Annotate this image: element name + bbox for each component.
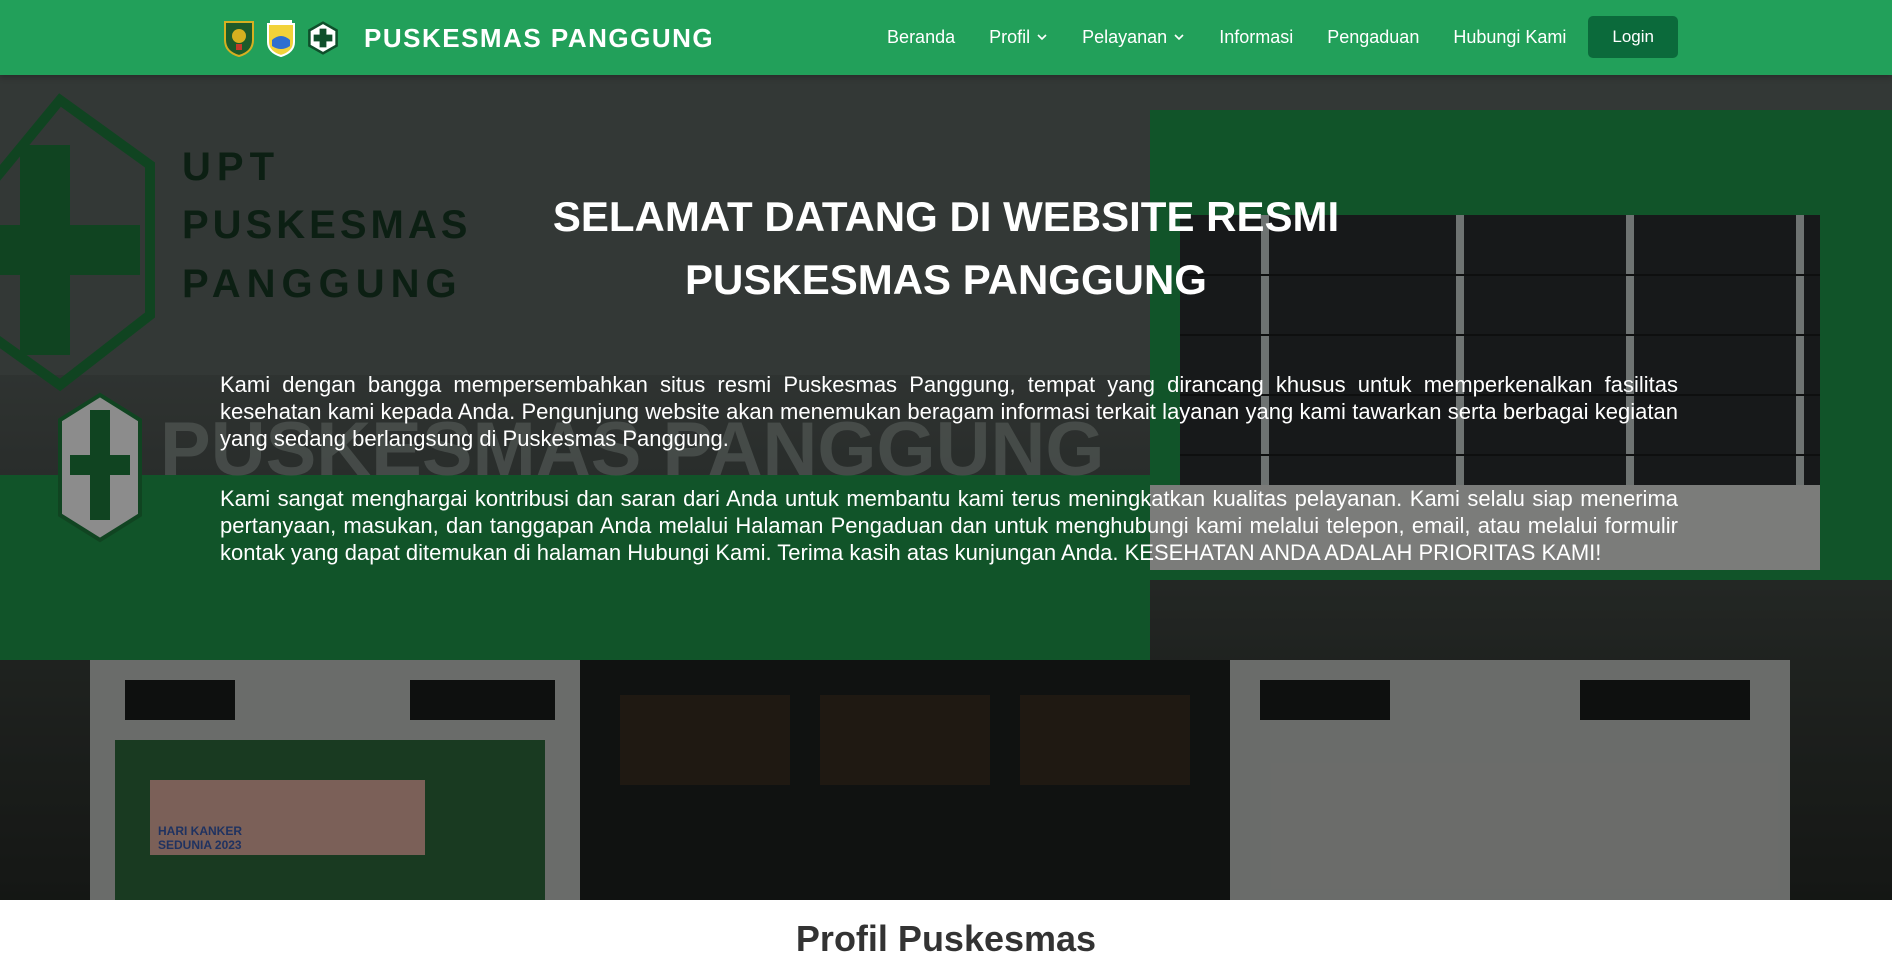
district-emblem-icon [267, 20, 295, 58]
nav-profil[interactable]: Profil [989, 27, 1048, 48]
puskesmas-cross-icon [308, 21, 338, 55]
brand[interactable]: PUSKESMAS PANGGUNG [222, 16, 714, 60]
hero-paragraph-1: Kami dengan bangga mempersembahkan situs… [220, 372, 1678, 451]
nav-label: Pelayanan [1082, 26, 1168, 47]
chevron-down-icon [1037, 34, 1047, 41]
section-title: Profil Puskesmas [795, 918, 1097, 959]
nav-label: Hubungi Kami [1453, 26, 1567, 47]
navbar: PUSKESMAS PANGGUNG Beranda Profil Pelaya… [0, 0, 1892, 75]
main-nav: Beranda Profil Pelayanan Informasi Penga… [853, 16, 1678, 58]
nav-beranda[interactable]: Beranda [887, 27, 955, 48]
nav-pelayanan[interactable]: Pelayanan [1082, 27, 1185, 48]
nav-label: Pengaduan [1327, 26, 1420, 47]
nav-label: Beranda [887, 26, 956, 47]
login-button[interactable]: Login [1588, 16, 1678, 58]
nav-pengaduan[interactable]: Pengaduan [1327, 27, 1419, 48]
brand-name: PUSKESMAS PANGGUNG [364, 22, 715, 53]
nav-informasi[interactable]: Informasi [1219, 27, 1293, 48]
chevron-down-icon [1174, 34, 1184, 41]
hero-section: UPT PUSKESMAS PANGGUNG PUSKESMAS PANGGUN… [0, 75, 1892, 900]
hero-title-line-1: SELAMAT DATANG DI WEBSITE RESMI [552, 193, 1340, 240]
hero-title-line-2: PUSKESMAS PANGGUNG [685, 256, 1207, 303]
regional-emblem-icon [224, 21, 254, 58]
nav-hubungi-kami[interactable]: Hubungi Kami [1453, 27, 1566, 48]
nav-label: Profil [989, 26, 1031, 47]
hero-title: SELAMAT DATANG DI WEBSITE RESMI PUSKESMA… [446, 185, 1446, 311]
nav-label: Informasi [1219, 26, 1294, 47]
hero-paragraph-2: Kami sangat menghargai kontribusi dan sa… [220, 486, 1678, 565]
